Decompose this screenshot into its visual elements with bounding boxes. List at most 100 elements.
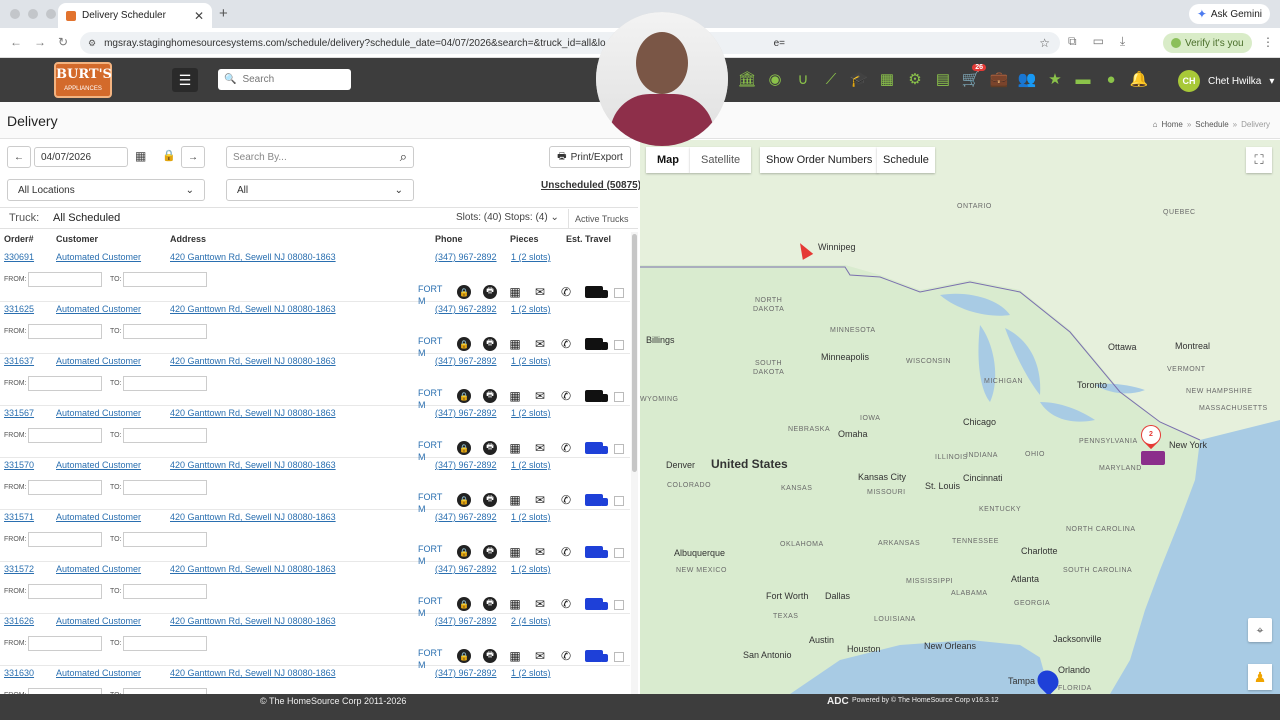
extensions-icon[interactable]: ⧉ xyxy=(1068,34,1077,49)
location-select[interactable]: All Locations ⌄ xyxy=(7,179,205,201)
phone-icon[interactable]: ✆ xyxy=(559,285,573,299)
phone-link[interactable]: (347) 967-2892 xyxy=(435,356,497,366)
bookmark-star-icon[interactable]: ☆ xyxy=(1039,36,1050,50)
lock-icon[interactable]: 🔒 xyxy=(457,285,471,299)
chart-icon[interactable]: ⟋ xyxy=(822,70,840,88)
browser-tab[interactable]: Delivery Scheduler ✕ xyxy=(58,3,212,28)
brand-logo[interactable]: BURT'S APPLIANCES xyxy=(54,62,112,98)
prev-date-button[interactable]: ← xyxy=(7,146,31,168)
site-info-icon[interactable]: ⚙ xyxy=(88,38,96,49)
table-row[interactable]: 331572 Automated Customer 420 Ganttown Rd,… xyxy=(0,562,630,618)
lock-icon[interactable]: 🔒 xyxy=(457,389,471,403)
truck-icon[interactable] xyxy=(585,598,608,610)
email-icon[interactable]: ✉ xyxy=(533,545,547,559)
to-time-input[interactable] xyxy=(123,428,207,443)
ask-gemini-button[interactable]: ✦ Ask Gemini xyxy=(1188,4,1270,24)
table-row[interactable]: 331570 Automated Customer 420 Ganttown Rd,… xyxy=(0,458,630,514)
order-number-link[interactable]: 331570 xyxy=(4,460,34,470)
truck-icon[interactable] xyxy=(585,286,608,298)
from-time-input[interactable] xyxy=(28,636,102,651)
pieces-link[interactable]: 1 (2 slots) xyxy=(511,460,551,470)
to-time-input[interactable] xyxy=(123,324,207,339)
fullscreen-icon[interactable]: ⛶ xyxy=(1246,147,1272,173)
satellite-tab[interactable]: Satellite xyxy=(690,147,752,173)
unscheduled-link[interactable]: Unscheduled (50875) xyxy=(541,180,641,191)
calendar-icon[interactable]: ▦ xyxy=(508,285,522,299)
gear-icon[interactable]: ⚙ xyxy=(906,70,924,88)
customer-link[interactable]: Automated Customer xyxy=(56,564,141,574)
lock-icon[interactable]: 🔒 xyxy=(162,149,176,162)
address-link[interactable]: 420 Ganttown Rd, Sewell NJ 08080-1863 xyxy=(170,564,336,574)
register-icon[interactable]: ▤ xyxy=(934,70,952,88)
email-icon[interactable]: ✉ xyxy=(533,493,547,507)
pieces-link[interactable]: 1 (2 slots) xyxy=(511,564,551,574)
briefcase-icon[interactable]: 💼 xyxy=(990,70,1009,88)
row-checkbox[interactable] xyxy=(614,392,624,402)
browser-menu-icon[interactable]: ⋮ xyxy=(1262,35,1274,49)
folder-icon[interactable]: ▬ xyxy=(1074,70,1092,88)
print-icon[interactable]: 🖶 xyxy=(483,337,497,351)
from-time-input[interactable] xyxy=(28,272,102,287)
phone-icon[interactable]: ✆ xyxy=(559,493,573,507)
address-link[interactable]: 420 Ganttown Rd, Sewell NJ 08080-1863 xyxy=(170,512,336,522)
from-time-input[interactable] xyxy=(28,480,102,495)
phone-link[interactable]: (347) 967-2892 xyxy=(435,564,497,574)
header-search-input[interactable] xyxy=(242,74,343,85)
table-row[interactable]: 331567 Automated Customer 420 Ganttown Rd,… xyxy=(0,406,630,462)
address-link[interactable]: 420 Ganttown Rd, Sewell NJ 08080-1863 xyxy=(170,356,336,366)
window-controls[interactable] xyxy=(10,9,56,19)
truck-icon[interactable] xyxy=(585,650,608,662)
users-icon[interactable]: 👥 xyxy=(1018,70,1037,88)
address-link[interactable]: 420 Ganttown Rd, Sewell NJ 08080-1863 xyxy=(170,304,336,314)
phone-icon[interactable]: ✆ xyxy=(559,441,573,455)
print-icon[interactable]: 🖶 xyxy=(483,441,497,455)
phone-link[interactable]: (347) 967-2892 xyxy=(435,408,497,418)
customer-link[interactable]: Automated Customer xyxy=(56,668,141,678)
table-row[interactable]: 330691 Automated Customer 420 Ganttown Rd,… xyxy=(0,250,630,306)
address-link[interactable]: 420 Ganttown Rd, Sewell NJ 08080-1863 xyxy=(170,408,336,418)
truck-icon[interactable] xyxy=(585,338,608,350)
calculator-icon[interactable]: ▦ xyxy=(878,70,896,88)
print-icon[interactable]: 🖶 xyxy=(483,493,497,507)
show-order-numbers-button[interactable]: Show Order Numbers xyxy=(760,147,879,173)
magnet-icon[interactable]: ∪ xyxy=(794,70,812,88)
user-menu[interactable]: CH Chet Hwilka ▾ xyxy=(1178,70,1274,92)
order-number-link[interactable]: 331571 xyxy=(4,512,34,522)
table-row[interactable]: 331626 Automated Customer 420 Ganttown Rd,… xyxy=(0,614,630,670)
row-checkbox[interactable] xyxy=(614,600,624,610)
truck-icon[interactable] xyxy=(585,390,608,402)
map-view[interactable]: Map Satellite Show Order Numbers Schedul… xyxy=(640,140,1280,694)
email-icon[interactable]: ✉ xyxy=(533,337,547,351)
customer-link[interactable]: Automated Customer xyxy=(56,512,141,522)
lock-icon[interactable]: 🔒 xyxy=(457,545,471,559)
address-link[interactable]: 420 Ganttown Rd, Sewell NJ 08080-1863 xyxy=(170,668,336,678)
cart-icon[interactable]: 🛒 26 xyxy=(962,64,986,88)
calendar-icon[interactable]: ▦ xyxy=(508,545,522,559)
phone-icon[interactable]: ✆ xyxy=(559,597,573,611)
to-time-input[interactable] xyxy=(123,376,207,391)
to-time-input[interactable] xyxy=(123,480,207,495)
order-number-link[interactable]: 331567 xyxy=(4,408,34,418)
date-field[interactable]: 04/07/2026 xyxy=(34,147,128,167)
print-export-button[interactable]: 🖶 Print/Export xyxy=(549,146,631,168)
to-time-input[interactable] xyxy=(123,532,207,547)
calendar-icon[interactable]: ▦ xyxy=(508,597,522,611)
table-row[interactable]: 331571 Automated Customer 420 Ganttown Rd,… xyxy=(0,510,630,566)
phone-icon[interactable]: ✆ xyxy=(559,649,573,663)
email-icon[interactable]: ✉ xyxy=(533,389,547,403)
lock-icon[interactable]: 🔒 xyxy=(457,337,471,351)
calendar-icon[interactable]: ▦ xyxy=(508,441,522,455)
forward-icon[interactable]: → xyxy=(34,35,46,49)
from-time-input[interactable] xyxy=(28,324,102,339)
hamburger-menu-icon[interactable]: ☰ xyxy=(172,68,198,92)
pieces-link[interactable]: 1 (2 slots) xyxy=(511,252,551,262)
table-row[interactable]: 331630 Automated Customer 420 Ganttown Rd,… xyxy=(0,666,630,694)
row-checkbox[interactable] xyxy=(614,340,624,350)
calendar-icon[interactable]: ▦ xyxy=(508,649,522,663)
verify-button[interactable]: Verify it's you xyxy=(1163,33,1252,53)
truck-icon[interactable] xyxy=(585,546,608,558)
address-link[interactable]: 420 Ganttown Rd, Sewell NJ 08080-1863 xyxy=(170,460,336,470)
phone-icon[interactable]: ✆ xyxy=(559,389,573,403)
bank-icon[interactable]: 🏛 xyxy=(737,70,756,88)
pieces-link[interactable]: 1 (2 slots) xyxy=(511,512,551,522)
